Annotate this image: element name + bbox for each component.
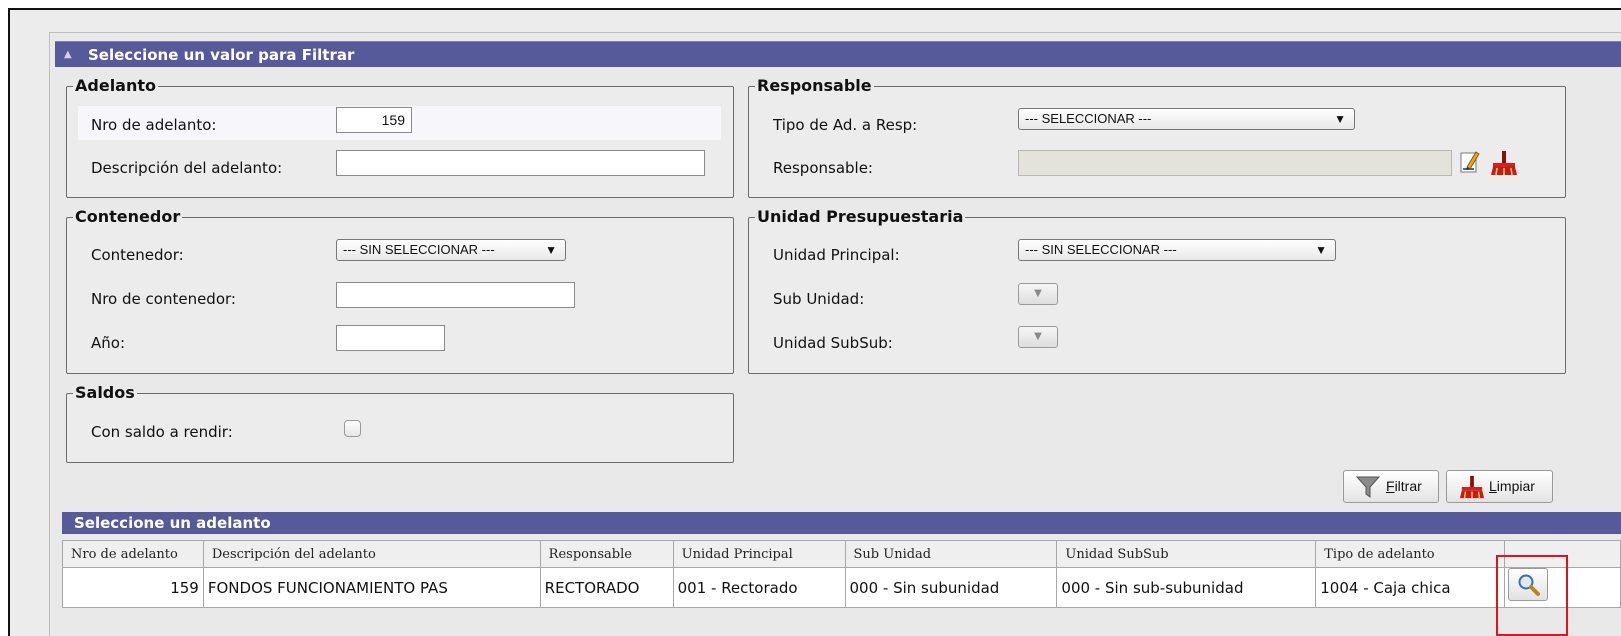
saldos-legend: Saldos [75,383,135,402]
descripcion-adelanto-input[interactable] [336,150,705,176]
contenedor-label: Contenedor: [91,246,184,264]
limpiar-accesskey: L [1489,478,1497,494]
column-header-unidad-principal[interactable]: Unidad Principal [672,540,846,568]
cell-sub-unidad: 000 - Sin subunidad [844,567,1058,608]
responsable-label: Responsable: [773,159,873,177]
limpiar-label: impiar [1496,478,1535,494]
column-header-responsable[interactable]: Responsable [539,540,674,568]
nro-adelanto-input[interactable]: 159 [336,107,412,133]
tipo-ad-resp-value: --- SELECCIONAR --- [1025,111,1152,126]
contenedor-legend: Contenedor [75,207,181,226]
responsable-group: Responsable [748,78,1566,198]
chevron-down-icon: ▼ [545,243,557,257]
sub-unidad-select[interactable]: ▼ [1018,283,1058,305]
cell-responsable: RECTORADO [539,567,674,608]
nro-adelanto-label: Nro de adelanto: [91,116,217,134]
descripcion-adelanto-label: Descripción del adelanto: [91,159,283,177]
filtrar-button[interactable]: Filtrar [1343,470,1439,503]
contenedor-select[interactable]: --- SIN SELECCIONAR --- ▼ [336,239,566,261]
filter-panel-title: Seleccione un valor para Filtrar [88,46,355,64]
tipo-ad-resp-select[interactable]: --- SELECCIONAR --- ▼ [1018,108,1355,130]
filtrar-accesskey: F [1386,478,1395,494]
unidad-presupuestaria-legend: Unidad Presupuestaria [757,207,964,226]
chevron-down-icon: ▼ [1034,331,1042,342]
column-header-unidad-subsub[interactable]: Unidad SubSub [1056,540,1317,568]
results-table: Nro de adelanto Descripción del adelanto… [62,540,1621,608]
cell-nro: 159 [62,567,204,608]
chevron-down-icon: ▼ [1034,288,1042,299]
saldo-a-rendir-checkbox[interactable] [344,420,361,437]
collapse-up-icon[interactable]: ▲ [64,42,72,68]
cell-unidad-principal: 001 - Rectorado [672,567,846,608]
results-panel-header: Seleccione un adelanto [62,512,1621,534]
funnel-filter-icon [1356,476,1380,498]
column-header-sub-unidad[interactable]: Sub Unidad [844,540,1058,568]
contenedor-select-value: --- SIN SELECCIONAR --- [343,242,495,257]
limpiar-button[interactable]: Limpiar [1446,470,1553,503]
sub-unidad-label: Sub Unidad: [773,290,865,308]
filtrar-label: iltrar [1394,478,1422,494]
anio-label: Año: [91,334,125,352]
unidad-principal-select[interactable]: --- SIN SELECCIONAR --- ▼ [1018,239,1336,261]
unidad-subsub-label: Unidad SubSub: [773,334,893,352]
saldo-a-rendir-label: Con saldo a rendir: [91,423,233,441]
nro-contenedor-input[interactable] [336,282,575,308]
chevron-down-icon: ▼ [1315,243,1327,257]
adelanto-legend: Adelanto [75,76,156,95]
column-header-tipo[interactable]: Tipo de adelanto [1315,540,1506,568]
unidad-principal-value: --- SIN SELECCIONAR --- [1025,242,1177,257]
unidad-principal-label: Unidad Principal: [773,246,900,264]
highlight-annotation-box [1496,555,1568,636]
nro-contenedor-label: Nro de contenedor: [91,290,236,308]
tipo-ad-resp-label: Tipo de Ad. a Resp: [773,116,918,134]
cell-unidad-subsub: 000 - Sin sub-subunidad [1056,567,1317,608]
chevron-down-icon: ▼ [1334,112,1346,126]
table-header-row: Nro de adelanto Descripción del adelanto… [62,540,1621,568]
unidad-subsub-select[interactable]: ▼ [1018,326,1058,348]
responsable-readonly-field [1018,150,1452,176]
anio-input[interactable] [336,325,445,351]
filter-panel-header[interactable]: ▲ Seleccione un valor para Filtrar [55,41,1621,67]
broom-clear-icon[interactable] [1490,149,1518,177]
table-row[interactable]: 159 FONDOS FUNCIONAMIENTO PAS RECTORADO … [62,567,1621,608]
cell-descripcion: FONDOS FUNCIONAMIENTO PAS [202,567,541,608]
pencil-edit-icon[interactable] [1459,149,1481,175]
responsable-legend: Responsable [757,76,872,95]
cell-tipo: 1004 - Caja chica [1315,567,1506,608]
column-header-descripcion[interactable]: Descripción del adelanto [202,540,541,568]
broom-clear-icon [1459,475,1485,499]
column-header-nro[interactable]: Nro de adelanto [62,540,204,568]
